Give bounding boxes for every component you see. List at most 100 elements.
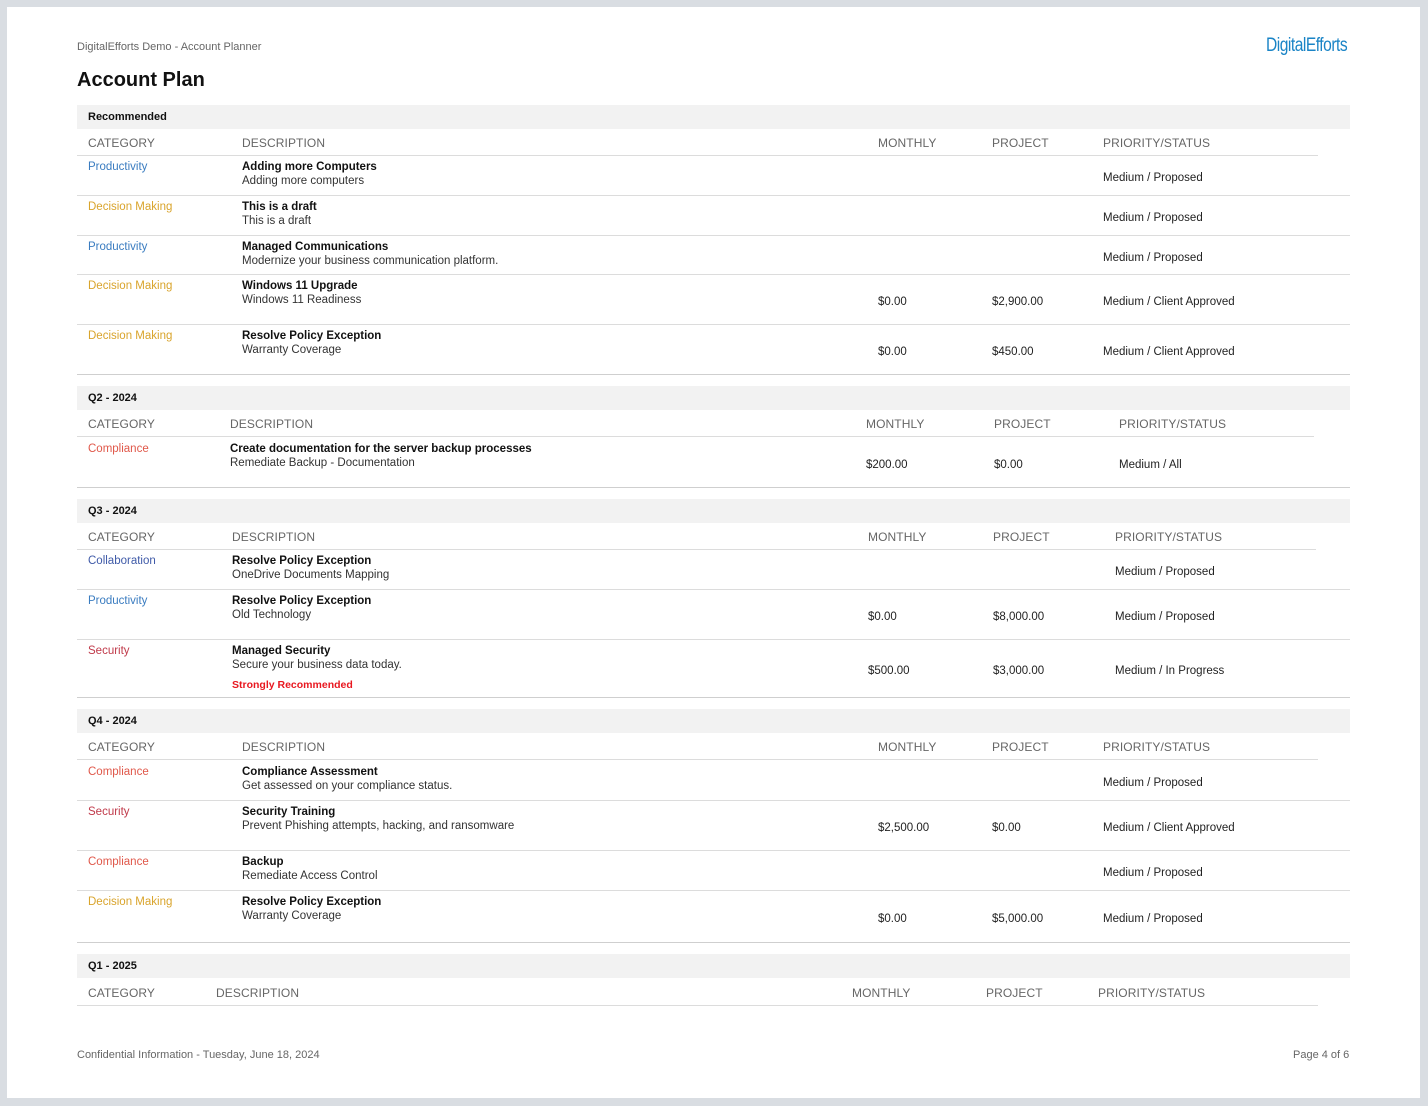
project-value: $3,000.00	[993, 665, 1045, 677]
monthly-value: $200.00	[866, 459, 908, 471]
row-divider	[77, 800, 1350, 801]
category-label: Decision Making	[88, 896, 173, 908]
category-label: Compliance	[88, 443, 149, 455]
item-title: Security Training	[242, 806, 336, 818]
item-title: Compliance Assessment	[242, 766, 378, 778]
priority-status: Medium / Client Approved	[1103, 296, 1235, 308]
column-header-project: PROJECT	[992, 136, 1049, 150]
category-label: Collaboration	[88, 555, 156, 567]
section-bottom-divider	[77, 487, 1350, 488]
item-title: Resolve Policy Exception	[242, 330, 382, 342]
priority-status: Medium / Proposed	[1103, 252, 1203, 264]
item-subtitle: Adding more computers	[242, 175, 365, 187]
column-header-project: PROJECT	[986, 986, 1043, 1000]
footer-page-number: Page 4 of 6	[1293, 1049, 1350, 1061]
section-bottom-divider	[77, 374, 1350, 375]
column-header-monthly: MONTHLY	[878, 740, 937, 754]
monthly-value: $0.00	[878, 913, 907, 925]
item-subtitle: Remediate Backup - Documentation	[230, 457, 415, 469]
column-header-category: CATEGORY	[88, 417, 156, 431]
item-title: Create documentation for the server back…	[230, 443, 532, 455]
section-header: Q3 - 2024	[77, 499, 1350, 523]
category-label: Security	[88, 645, 130, 657]
column-header-priority-status: PRIORITY/STATUS	[1119, 417, 1227, 431]
column-header-divider	[77, 759, 1318, 760]
item-subtitle: Get assessed on your compliance status.	[242, 780, 453, 792]
column-header-project: PROJECT	[992, 740, 1049, 754]
item-subtitle: Windows 11 Readiness	[242, 294, 362, 306]
report-page: DigitalEfforts Demo - Account Planner Di…	[7, 7, 1420, 1098]
column-header-category: CATEGORY	[88, 136, 156, 150]
section-header: Recommended	[77, 105, 1350, 129]
priority-status: Medium / Proposed	[1103, 212, 1203, 224]
item-subtitle: Warranty Coverage	[242, 344, 342, 356]
row-divider	[77, 850, 1350, 851]
item-subtitle: Old Technology	[232, 609, 312, 621]
item-title: Resolve Policy Exception	[232, 595, 372, 607]
priority-status: Medium / Proposed	[1103, 913, 1203, 925]
category-label: Productivity	[88, 241, 148, 253]
item-title: This is a draft	[242, 201, 317, 213]
column-header-project: PROJECT	[994, 417, 1051, 431]
project-value: $0.00	[992, 822, 1021, 834]
strongly-recommended-flag: Strongly Recommended	[232, 679, 353, 691]
column-header-description: DESCRIPTION	[242, 136, 326, 150]
column-header-description: DESCRIPTION	[230, 417, 314, 431]
section-header: Q2 - 2024	[77, 386, 1350, 410]
column-header-category: CATEGORY	[88, 986, 156, 1000]
column-header-priority-status: PRIORITY/STATUS	[1103, 136, 1211, 150]
column-header-monthly: MONTHLY	[866, 417, 925, 431]
column-header-category: CATEGORY	[88, 530, 156, 544]
column-header-divider	[77, 155, 1318, 156]
column-header-priority-status: PRIORITY/STATUS	[1103, 740, 1211, 754]
monthly-value: $0.00	[868, 611, 897, 623]
priority-status: Medium / Proposed	[1103, 777, 1203, 789]
section-header: Q1 - 2025	[77, 954, 1350, 978]
row-divider	[77, 890, 1350, 891]
row-divider	[77, 324, 1350, 325]
item-title: Adding more Computers	[242, 161, 377, 173]
project-value: $5,000.00	[992, 913, 1044, 925]
priority-status: Medium / All	[1119, 459, 1182, 471]
priority-status: Medium / Proposed	[1103, 172, 1203, 184]
category-label: Compliance	[88, 856, 149, 868]
priority-status: Medium / Client Approved	[1103, 346, 1235, 358]
section-bottom-divider	[77, 942, 1350, 943]
project-value: $450.00	[992, 346, 1034, 358]
item-subtitle: Remediate Access Control	[242, 870, 378, 882]
project-value: $8,000.00	[993, 611, 1045, 623]
section-header: Q4 - 2024	[77, 709, 1350, 733]
item-title: Windows 11 Upgrade	[242, 280, 358, 292]
column-header-category: CATEGORY	[88, 740, 156, 754]
category-label: Decision Making	[88, 201, 173, 213]
project-value: $0.00	[994, 459, 1023, 471]
column-header-monthly: MONTHLY	[868, 530, 927, 544]
category-label: Productivity	[88, 595, 148, 607]
item-title: Managed Security	[232, 645, 331, 657]
item-subtitle: This is a draft	[242, 215, 312, 227]
item-title: Backup	[242, 856, 284, 868]
category-label: Decision Making	[88, 330, 173, 342]
app-title: DigitalEfforts Demo - Account Planner	[77, 41, 262, 53]
item-subtitle: Modernize your business communication pl…	[242, 255, 499, 267]
column-header-description: DESCRIPTION	[232, 530, 316, 544]
priority-status: Medium / In Progress	[1115, 665, 1225, 677]
row-divider	[77, 195, 1350, 196]
section-bottom-divider	[77, 697, 1350, 698]
column-header-description: DESCRIPTION	[216, 986, 300, 1000]
item-title: Resolve Policy Exception	[232, 555, 372, 567]
column-header-description: DESCRIPTION	[242, 740, 326, 754]
column-header-divider	[77, 549, 1316, 550]
item-subtitle: Warranty Coverage	[242, 910, 342, 922]
item-subtitle: Prevent Phishing attempts, hacking, and …	[242, 820, 515, 832]
column-header-divider	[77, 1005, 1318, 1006]
category-label: Compliance	[88, 766, 149, 778]
priority-status: Medium / Proposed	[1115, 611, 1215, 623]
item-subtitle: Secure your business data today.	[232, 659, 402, 671]
column-header-priority-status: PRIORITY/STATUS	[1098, 986, 1206, 1000]
monthly-value: $2,500.00	[878, 822, 930, 834]
monthly-value: $0.00	[878, 346, 907, 358]
column-header-divider	[77, 436, 1314, 437]
digitalefforts-logo: DigitalEfforts	[1266, 35, 1348, 56]
column-header-monthly: MONTHLY	[878, 136, 937, 150]
